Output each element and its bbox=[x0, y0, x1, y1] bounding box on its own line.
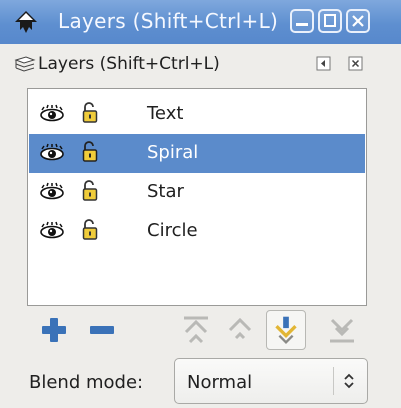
blend-select-divider bbox=[333, 367, 334, 395]
inkscape-logo-icon bbox=[15, 11, 37, 33]
up-down-arrows-icon bbox=[344, 373, 354, 389]
blend-mode-value: Normal bbox=[187, 372, 253, 393]
eye-visible-icon[interactable] bbox=[39, 221, 65, 239]
window-title: Layers (Shift+Ctrl+L) bbox=[58, 9, 279, 33]
minimize-icon bbox=[296, 23, 308, 26]
raise-layer-icon[interactable] bbox=[220, 310, 260, 350]
layer-name: Spiral bbox=[147, 142, 199, 163]
blend-mode-select[interactable]: Normal bbox=[174, 358, 368, 404]
close-button[interactable] bbox=[346, 9, 370, 33]
layer-row-circle[interactable]: Circle bbox=[29, 212, 365, 251]
raise-to-top-icon[interactable] bbox=[176, 310, 216, 350]
dock-header: Layers (Shift+Ctrl+L) bbox=[0, 44, 401, 82]
layer-name: Text bbox=[147, 103, 184, 124]
eye-visible-icon[interactable] bbox=[39, 143, 65, 161]
lower-to-bottom-icon[interactable] bbox=[322, 310, 362, 350]
eye-visible-icon[interactable] bbox=[39, 182, 65, 200]
layer-name: Circle bbox=[147, 220, 198, 241]
eye-visible-icon[interactable] bbox=[39, 104, 65, 122]
layer-row-star[interactable]: Star bbox=[29, 173, 365, 212]
dock-title: Layers (Shift+Ctrl+L) bbox=[38, 54, 220, 74]
layers-list[interactable]: Text Spiral Star Circle bbox=[27, 88, 367, 306]
dock-iconify-icon[interactable] bbox=[316, 56, 331, 71]
maximize-button[interactable] bbox=[318, 9, 342, 33]
lower-layer-icon[interactable] bbox=[266, 310, 306, 350]
layers-window: Layers (Shift+Ctrl+L) Layers (Shift+Ctrl… bbox=[0, 0, 401, 408]
minimize-button[interactable] bbox=[290, 9, 314, 33]
window-titlebar[interactable]: Layers (Shift+Ctrl+L) bbox=[0, 0, 401, 44]
dock-close-icon[interactable] bbox=[348, 56, 363, 71]
lock-open-icon[interactable] bbox=[82, 180, 98, 202]
maximize-icon bbox=[324, 14, 336, 27]
close-icon bbox=[352, 15, 364, 27]
lock-open-icon[interactable] bbox=[82, 102, 98, 124]
layer-row-spiral[interactable]: Spiral bbox=[29, 134, 365, 173]
layers-icon bbox=[14, 56, 36, 72]
layer-name: Star bbox=[147, 181, 184, 202]
lock-open-icon[interactable] bbox=[82, 141, 98, 163]
lock-open-icon[interactable] bbox=[82, 219, 98, 241]
remove-layer-icon[interactable] bbox=[82, 310, 122, 350]
blend-mode-label: Blend mode: bbox=[29, 372, 144, 393]
add-layer-icon[interactable] bbox=[34, 310, 74, 350]
layer-row-text[interactable]: Text bbox=[29, 95, 365, 134]
